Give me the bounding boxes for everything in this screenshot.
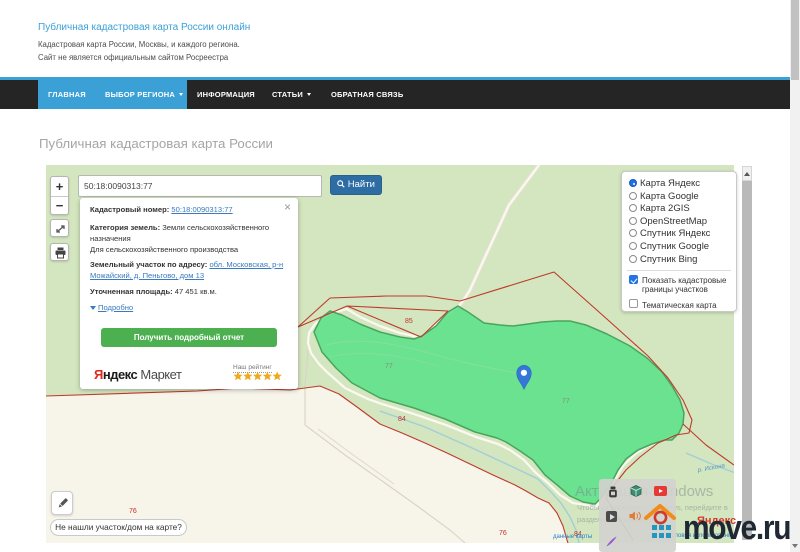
svg-text:84: 84 — [398, 416, 406, 423]
svg-text:76: 76 — [499, 530, 507, 537]
svg-text:77: 77 — [562, 398, 570, 405]
svg-text:р. Искона: р. Искона — [696, 462, 726, 474]
svg-text:77: 77 — [385, 363, 393, 370]
svg-text:85: 85 — [405, 318, 413, 325]
